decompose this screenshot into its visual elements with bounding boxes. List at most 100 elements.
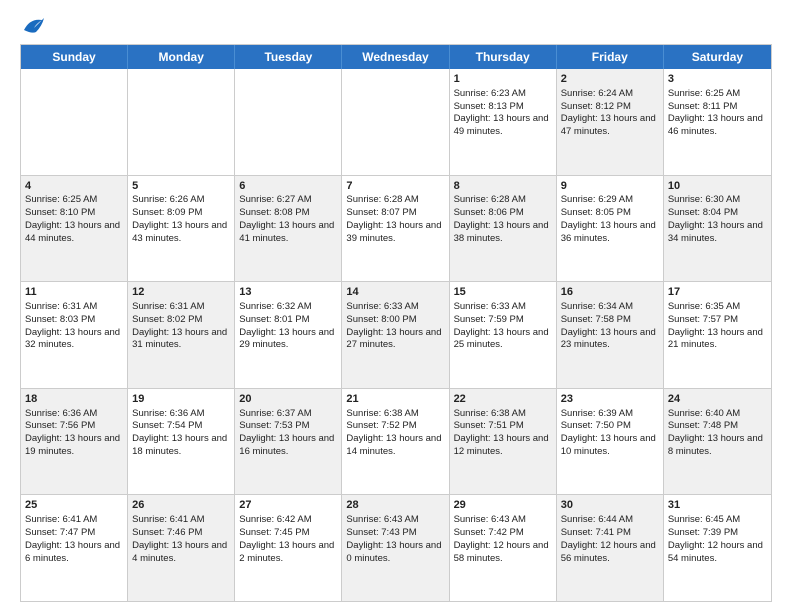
day-info-line: Sunrise: 6:45 AM <box>668 514 767 527</box>
calendar-cell <box>128 69 235 175</box>
day-info-line: Daylight: 13 hours and 4 minutes. <box>132 540 230 566</box>
day-info-line: Daylight: 13 hours and 41 minutes. <box>239 220 337 246</box>
day-info-line: Daylight: 13 hours and 10 minutes. <box>561 433 659 459</box>
calendar-cell: 9Sunrise: 6:29 AMSunset: 8:05 PMDaylight… <box>557 176 664 282</box>
day-info-line: Daylight: 13 hours and 43 minutes. <box>132 220 230 246</box>
day-info-line: Sunrise: 6:26 AM <box>132 194 230 207</box>
day-number: 24 <box>668 392 767 407</box>
day-info-line: Sunrise: 6:27 AM <box>239 194 337 207</box>
day-info-line: Sunset: 7:58 PM <box>561 314 659 327</box>
day-number: 28 <box>346 498 444 513</box>
day-info-line: Daylight: 13 hours and 49 minutes. <box>454 113 552 139</box>
day-info-line: Sunset: 8:02 PM <box>132 314 230 327</box>
day-info-line: Daylight: 13 hours and 21 minutes. <box>668 327 767 353</box>
day-info-line: Sunrise: 6:43 AM <box>454 514 552 527</box>
calendar-cell: 4Sunrise: 6:25 AMSunset: 8:10 PMDaylight… <box>21 176 128 282</box>
day-info-line: Sunset: 8:04 PM <box>668 207 767 220</box>
calendar-cell: 28Sunrise: 6:43 AMSunset: 7:43 PMDayligh… <box>342 495 449 601</box>
header-day-wednesday: Wednesday <box>342 45 449 69</box>
logo <box>20 16 44 34</box>
day-info-line: Sunset: 8:10 PM <box>25 207 123 220</box>
day-info-line: Sunrise: 6:37 AM <box>239 408 337 421</box>
day-info-line: Daylight: 12 hours and 54 minutes. <box>668 540 767 566</box>
calendar-row-1: 1Sunrise: 6:23 AMSunset: 8:13 PMDaylight… <box>21 69 771 175</box>
day-number: 6 <box>239 179 337 194</box>
day-info-line: Daylight: 13 hours and 36 minutes. <box>561 220 659 246</box>
calendar-row-5: 25Sunrise: 6:41 AMSunset: 7:47 PMDayligh… <box>21 494 771 601</box>
day-info-line: Sunrise: 6:24 AM <box>561 88 659 101</box>
calendar-cell: 24Sunrise: 6:40 AMSunset: 7:48 PMDayligh… <box>664 389 771 495</box>
calendar-cell: 31Sunrise: 6:45 AMSunset: 7:39 PMDayligh… <box>664 495 771 601</box>
day-info-line: Daylight: 13 hours and 32 minutes. <box>25 327 123 353</box>
calendar-row-3: 11Sunrise: 6:31 AMSunset: 8:03 PMDayligh… <box>21 281 771 388</box>
header-day-tuesday: Tuesday <box>235 45 342 69</box>
day-info-line: Sunrise: 6:33 AM <box>454 301 552 314</box>
day-info-line: Sunrise: 6:44 AM <box>561 514 659 527</box>
day-info-line: Daylight: 13 hours and 38 minutes. <box>454 220 552 246</box>
day-number: 2 <box>561 72 659 87</box>
calendar-cell: 30Sunrise: 6:44 AMSunset: 7:41 PMDayligh… <box>557 495 664 601</box>
day-info-line: Sunset: 7:45 PM <box>239 527 337 540</box>
calendar-cell: 8Sunrise: 6:28 AMSunset: 8:06 PMDaylight… <box>450 176 557 282</box>
calendar-cell: 1Sunrise: 6:23 AMSunset: 8:13 PMDaylight… <box>450 69 557 175</box>
day-number: 31 <box>668 498 767 513</box>
header-day-saturday: Saturday <box>664 45 771 69</box>
calendar-cell <box>235 69 342 175</box>
day-number: 27 <box>239 498 337 513</box>
day-info-line: Daylight: 13 hours and 44 minutes. <box>25 220 123 246</box>
day-info-line: Sunrise: 6:39 AM <box>561 408 659 421</box>
day-number: 17 <box>668 285 767 300</box>
calendar-cell: 15Sunrise: 6:33 AMSunset: 7:59 PMDayligh… <box>450 282 557 388</box>
day-number: 21 <box>346 392 444 407</box>
day-info-line: Sunset: 8:13 PM <box>454 101 552 114</box>
day-info-line: Sunset: 7:48 PM <box>668 420 767 433</box>
calendar-row-2: 4Sunrise: 6:25 AMSunset: 8:10 PMDaylight… <box>21 175 771 282</box>
day-number: 13 <box>239 285 337 300</box>
day-info-line: Sunrise: 6:38 AM <box>454 408 552 421</box>
day-info-line: Sunset: 7:56 PM <box>25 420 123 433</box>
day-info-line: Sunrise: 6:28 AM <box>454 194 552 207</box>
calendar-cell <box>21 69 128 175</box>
day-info-line: Sunset: 8:12 PM <box>561 101 659 114</box>
day-info-line: Daylight: 12 hours and 58 minutes. <box>454 540 552 566</box>
calendar-cell: 14Sunrise: 6:33 AMSunset: 8:00 PMDayligh… <box>342 282 449 388</box>
day-info-line: Sunrise: 6:32 AM <box>239 301 337 314</box>
day-info-line: Sunset: 7:50 PM <box>561 420 659 433</box>
day-info-line: Sunset: 7:39 PM <box>668 527 767 540</box>
day-number: 7 <box>346 179 444 194</box>
day-info-line: Sunrise: 6:41 AM <box>25 514 123 527</box>
day-info-line: Daylight: 13 hours and 31 minutes. <box>132 327 230 353</box>
day-info-line: Sunset: 8:00 PM <box>346 314 444 327</box>
day-number: 1 <box>454 72 552 87</box>
day-info-line: Daylight: 13 hours and 23 minutes. <box>561 327 659 353</box>
calendar-cell: 23Sunrise: 6:39 AMSunset: 7:50 PMDayligh… <box>557 389 664 495</box>
day-number: 10 <box>668 179 767 194</box>
day-info-line: Sunset: 7:59 PM <box>454 314 552 327</box>
day-number: 4 <box>25 179 123 194</box>
day-info-line: Sunset: 7:41 PM <box>561 527 659 540</box>
day-number: 8 <box>454 179 552 194</box>
calendar-cell: 22Sunrise: 6:38 AMSunset: 7:51 PMDayligh… <box>450 389 557 495</box>
day-number: 15 <box>454 285 552 300</box>
day-info-line: Daylight: 13 hours and 14 minutes. <box>346 433 444 459</box>
day-info-line: Sunrise: 6:38 AM <box>346 408 444 421</box>
calendar-cell: 29Sunrise: 6:43 AMSunset: 7:42 PMDayligh… <box>450 495 557 601</box>
header <box>20 16 772 34</box>
day-number: 14 <box>346 285 444 300</box>
day-info-line: Daylight: 13 hours and 6 minutes. <box>25 540 123 566</box>
day-info-line: Sunset: 8:11 PM <box>668 101 767 114</box>
calendar-cell: 17Sunrise: 6:35 AMSunset: 7:57 PMDayligh… <box>664 282 771 388</box>
calendar-cell: 16Sunrise: 6:34 AMSunset: 7:58 PMDayligh… <box>557 282 664 388</box>
calendar-body: 1Sunrise: 6:23 AMSunset: 8:13 PMDaylight… <box>21 69 771 601</box>
day-info-line: Daylight: 13 hours and 25 minutes. <box>454 327 552 353</box>
day-info-line: Sunset: 7:57 PM <box>668 314 767 327</box>
day-info-line: Sunset: 8:09 PM <box>132 207 230 220</box>
day-info-line: Sunrise: 6:43 AM <box>346 514 444 527</box>
day-number: 12 <box>132 285 230 300</box>
day-info-line: Daylight: 13 hours and 39 minutes. <box>346 220 444 246</box>
day-number: 16 <box>561 285 659 300</box>
day-info-line: Sunset: 7:42 PM <box>454 527 552 540</box>
day-info-line: Sunrise: 6:31 AM <box>25 301 123 314</box>
calendar-cell: 18Sunrise: 6:36 AMSunset: 7:56 PMDayligh… <box>21 389 128 495</box>
day-info-line: Sunrise: 6:31 AM <box>132 301 230 314</box>
